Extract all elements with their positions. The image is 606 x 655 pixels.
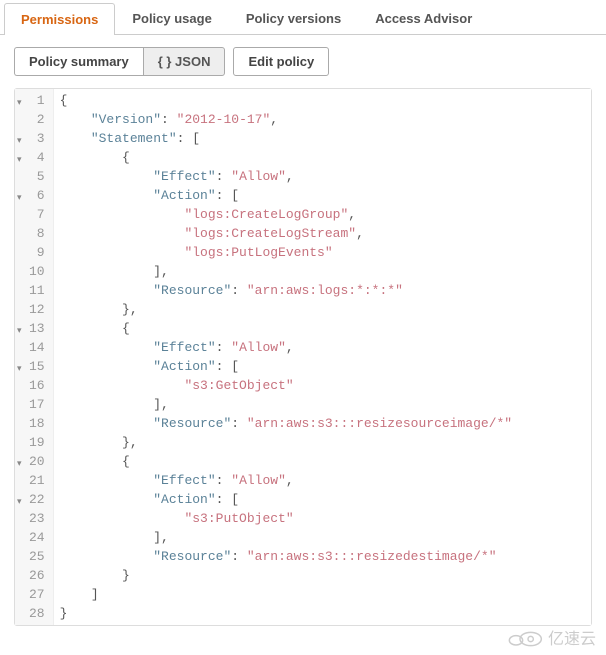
code-line[interactable]: { xyxy=(60,148,591,167)
code-line[interactable]: "Resource": "arn:aws:logs:*:*:*" xyxy=(60,281,591,300)
json-view-button[interactable]: { } JSON xyxy=(143,47,226,76)
code-line[interactable]: "s3:PutObject" xyxy=(60,509,591,528)
gutter-line: 18 xyxy=(29,414,45,433)
gutter-line: 13▾ xyxy=(29,319,45,338)
code-line[interactable]: { xyxy=(60,452,591,471)
tab-access-advisor[interactable]: Access Advisor xyxy=(358,2,489,34)
gutter-line: 14 xyxy=(29,338,45,357)
gutter-line: 5 xyxy=(29,167,45,186)
code-line[interactable]: ], xyxy=(60,395,591,414)
tab-policy-usage[interactable]: Policy usage xyxy=(115,2,228,34)
edit-policy-button[interactable]: Edit policy xyxy=(233,47,329,76)
code-line[interactable]: "logs:PutLogEvents" xyxy=(60,243,591,262)
gutter-line: 27 xyxy=(29,585,45,604)
gutter-line: 26 xyxy=(29,566,45,585)
code-line[interactable]: "Effect": "Allow", xyxy=(60,167,591,186)
code-line[interactable]: } xyxy=(60,604,591,623)
watermark-text: 亿速云 xyxy=(548,625,596,649)
fold-toggle-icon[interactable]: ▾ xyxy=(17,94,22,113)
code-line[interactable]: ], xyxy=(60,528,591,547)
gutter-line: 10 xyxy=(29,262,45,281)
code-line[interactable]: { xyxy=(60,91,591,110)
gutter-line: 8 xyxy=(29,224,45,243)
code-line[interactable]: "Version": "2012-10-17", xyxy=(60,110,591,129)
gutter-line: 22▾ xyxy=(29,490,45,509)
policy-json-editor[interactable]: 1▾23▾4▾56▾78910111213▾1415▾1617181920▾21… xyxy=(14,88,592,626)
code-line[interactable]: }, xyxy=(60,433,591,452)
editor-code[interactable]: { "Version": "2012-10-17", "Statement": … xyxy=(54,89,591,625)
editor-gutter: 1▾23▾4▾56▾78910111213▾1415▾1617181920▾21… xyxy=(15,89,54,625)
fold-toggle-icon[interactable]: ▾ xyxy=(17,360,22,379)
gutter-line: 24 xyxy=(29,528,45,547)
gutter-line: 3▾ xyxy=(29,129,45,148)
fold-toggle-icon[interactable]: ▾ xyxy=(17,189,22,208)
code-line[interactable]: { xyxy=(60,319,591,338)
code-line[interactable]: "Effect": "Allow", xyxy=(60,338,591,357)
tab-permissions[interactable]: Permissions xyxy=(4,3,115,35)
code-line[interactable]: ], xyxy=(60,262,591,281)
code-line[interactable]: }, xyxy=(60,300,591,319)
code-line[interactable]: "Resource": "arn:aws:s3:::resizedestimag… xyxy=(60,547,591,566)
code-line[interactable]: "Statement": [ xyxy=(60,129,591,148)
code-line[interactable]: "Resource": "arn:aws:s3:::resizesourceim… xyxy=(60,414,591,433)
gutter-line: 23 xyxy=(29,509,45,528)
policy-toolbar: Policy summary { } JSON Edit policy xyxy=(14,47,592,76)
fold-toggle-icon[interactable]: ▾ xyxy=(17,132,22,151)
gutter-line: 15▾ xyxy=(29,357,45,376)
watermark: 亿速云 xyxy=(504,625,596,649)
code-line[interactable]: "Action": [ xyxy=(60,357,591,376)
tab-bar: Permissions Policy usage Policy versions… xyxy=(0,2,606,35)
fold-toggle-icon[interactable]: ▾ xyxy=(17,455,22,474)
gutter-line: 1▾ xyxy=(29,91,45,110)
code-line[interactable]: "Action": [ xyxy=(60,186,591,205)
gutter-line: 19 xyxy=(29,433,45,452)
gutter-line: 28 xyxy=(29,604,45,623)
code-line[interactable]: "s3:GetObject" xyxy=(60,376,591,395)
code-line[interactable]: } xyxy=(60,566,591,585)
code-line[interactable]: "logs:CreateLogGroup", xyxy=(60,205,591,224)
code-line[interactable]: "Action": [ xyxy=(60,490,591,509)
tab-policy-versions[interactable]: Policy versions xyxy=(229,2,358,34)
cloud-icon xyxy=(504,627,544,647)
code-line[interactable]: "logs:CreateLogStream", xyxy=(60,224,591,243)
gutter-line: 4▾ xyxy=(29,148,45,167)
gutter-line: 12 xyxy=(29,300,45,319)
fold-toggle-icon[interactable]: ▾ xyxy=(17,151,22,170)
gutter-line: 17 xyxy=(29,395,45,414)
gutter-line: 11 xyxy=(29,281,45,300)
gutter-line: 20▾ xyxy=(29,452,45,471)
gutter-line: 16 xyxy=(29,376,45,395)
code-line[interactable]: ] xyxy=(60,585,591,604)
fold-toggle-icon[interactable]: ▾ xyxy=(17,493,22,512)
gutter-line: 7 xyxy=(29,205,45,224)
gutter-line: 25 xyxy=(29,547,45,566)
gutter-line: 6▾ xyxy=(29,186,45,205)
gutter-line: 2 xyxy=(29,110,45,129)
tab-content-permissions: Policy summary { } JSON Edit policy 1▾23… xyxy=(0,35,606,638)
gutter-line: 21 xyxy=(29,471,45,490)
fold-toggle-icon[interactable]: ▾ xyxy=(17,322,22,341)
gutter-line: 9 xyxy=(29,243,45,262)
view-toggle-group: Policy summary { } JSON xyxy=(14,47,225,76)
code-line[interactable]: "Effect": "Allow", xyxy=(60,471,591,490)
policy-summary-button[interactable]: Policy summary xyxy=(14,47,143,76)
